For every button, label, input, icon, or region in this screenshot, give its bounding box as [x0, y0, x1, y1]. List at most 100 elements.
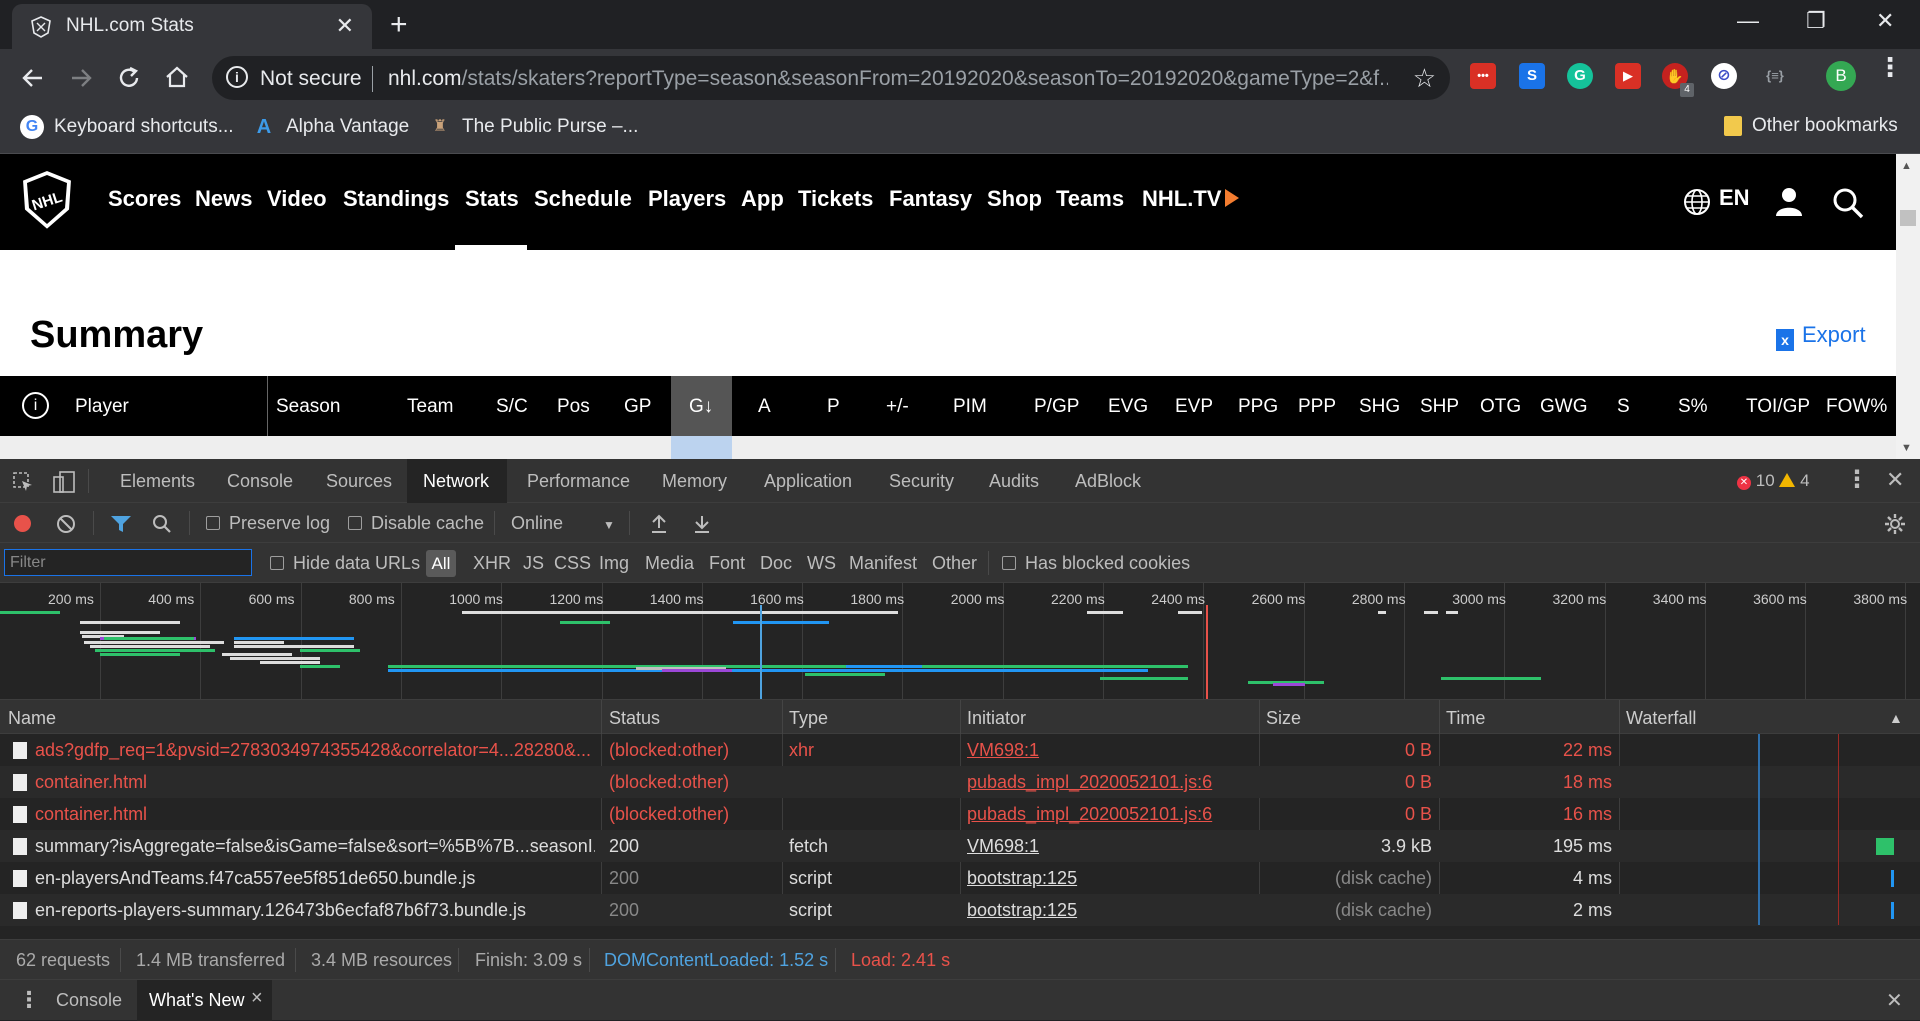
device-toolbar-icon[interactable] — [52, 470, 76, 494]
col-time[interactable]: Time — [1446, 708, 1485, 729]
record-icon[interactable] — [14, 515, 31, 532]
bookmark-star-icon[interactable]: ☆ — [1413, 63, 1436, 94]
nhl-logo-icon[interactable]: NHL — [14, 168, 80, 234]
forward-icon[interactable] — [68, 65, 94, 91]
col-status[interactable]: Status — [609, 708, 660, 729]
request-initiator-link[interactable]: bootstrap:125 — [967, 900, 1255, 921]
search-icon[interactable] — [1832, 187, 1864, 219]
bookmark-alpha-vantage[interactable]: A Alpha Vantage — [252, 115, 409, 139]
nav-scores[interactable]: Scores — [108, 186, 181, 212]
has-blocked-cookies-checkbox[interactable]: Has blocked cookies — [1002, 553, 1190, 574]
filter-type-font[interactable]: Font — [709, 553, 745, 574]
filter-type-media[interactable]: Media — [645, 553, 694, 574]
col-player[interactable]: Player — [75, 396, 129, 418]
filter-type-all[interactable]: All — [426, 550, 456, 577]
request-initiator-link[interactable]: pubads_impl_2020052101.js:6 — [967, 772, 1255, 793]
col-evp[interactable]: EVP — [1175, 396, 1213, 418]
filter-type-manifest[interactable]: Manifest — [849, 553, 917, 574]
drawer-tab-console[interactable]: Console — [56, 990, 122, 1011]
col-ppg[interactable]: PPG — [1238, 396, 1278, 418]
address-bar[interactable]: i Not secure nhl.com/stats/skaters?repor… — [212, 56, 1450, 100]
import-har-icon[interactable] — [649, 514, 669, 534]
browser-tab[interactable]: NHL.com Stats ✕ — [12, 4, 372, 49]
tab-audits[interactable]: Audits — [989, 471, 1039, 492]
globe-icon[interactable] — [1682, 187, 1712, 217]
scroll-up-icon[interactable]: ▲ — [1901, 160, 1912, 172]
tab-adblock[interactable]: AdBlock — [1075, 471, 1141, 492]
filter-icon[interactable] — [110, 515, 132, 533]
col-gp[interactable]: GP — [624, 396, 651, 418]
request-row[interactable]: container.html (blocked:other) pubads_impl… — [0, 766, 1920, 798]
hide-data-urls-checkbox[interactable]: Hide data URLs — [270, 553, 420, 574]
col-waterfall[interactable]: Waterfall — [1626, 708, 1696, 729]
home-icon[interactable] — [164, 64, 190, 90]
col-ppp[interactable]: PPP — [1298, 396, 1336, 418]
col-p[interactable]: P — [827, 396, 840, 418]
nav-tickets[interactable]: Tickets — [798, 186, 873, 212]
col-a[interactable]: A — [758, 396, 771, 418]
settings-gear-icon[interactable] — [1884, 513, 1906, 535]
table-row[interactable] — [0, 436, 1896, 459]
extension-json-icon[interactable]: {≡} — [1758, 63, 1792, 89]
request-initiator-link[interactable]: VM698:1 — [967, 740, 1255, 761]
scrollbar-thumb[interactable] — [1900, 210, 1916, 226]
drawer-menu-icon[interactable]: ⋮ — [18, 987, 40, 1013]
filter-type-xhr[interactable]: XHR — [473, 553, 511, 574]
col-evg[interactable]: EVG — [1108, 396, 1148, 418]
col-initiator[interactable]: Initiator — [967, 708, 1026, 729]
filter-type-other[interactable]: Other — [932, 553, 977, 574]
disable-cache-checkbox[interactable]: Disable cache — [348, 513, 484, 534]
col-p-gp[interactable]: P/GP — [1034, 396, 1079, 418]
drawer-tab-whats-new[interactable]: What's New × — [137, 980, 272, 1021]
bookmark-keyboard-shortcuts[interactable]: G Keyboard shortcuts... — [20, 115, 234, 139]
nav-stats[interactable]: Stats — [465, 186, 519, 212]
col-fow-pct[interactable]: FOW% — [1826, 396, 1887, 418]
reload-icon[interactable] — [116, 65, 142, 91]
bookmark-other[interactable]: Other bookmarks — [1724, 115, 1898, 137]
search-icon[interactable] — [152, 514, 172, 534]
nav-players[interactable]: Players — [648, 186, 726, 212]
col-g[interactable]: G↓ — [689, 396, 713, 418]
restore-icon[interactable]: ❐ — [1806, 8, 1826, 34]
tab-sources[interactable]: Sources — [326, 471, 392, 492]
sort-ascending-icon[interactable]: ▲ — [1889, 710, 1903, 726]
export-button[interactable]: x Export — [1776, 322, 1866, 351]
col-pos[interactable]: Pos — [557, 396, 590, 418]
tab-network[interactable]: Network — [407, 459, 507, 503]
export-har-icon[interactable] — [692, 514, 712, 534]
filter-type-img[interactable]: Img — [599, 553, 629, 574]
tab-elements[interactable]: Elements — [120, 471, 195, 492]
nav-app[interactable]: App — [741, 186, 784, 212]
col-s[interactable]: S — [1617, 396, 1630, 418]
info-icon[interactable]: i — [22, 392, 49, 419]
col-toi-gp[interactable]: TOI/GP — [1746, 396, 1810, 418]
url-text[interactable]: nhl.com/stats/skaters?reportType=season&… — [388, 67, 1388, 91]
back-icon[interactable] — [20, 65, 46, 91]
scroll-down-icon[interactable]: ▼ — [1901, 442, 1912, 454]
network-overview-timeline[interactable]: 200 ms 400 ms 600 ms 800 ms 1000 ms 1200 ms 14… — [0, 583, 1920, 700]
nav-schedule[interactable]: Schedule — [534, 186, 632, 212]
issues-counter[interactable]: ✕ 10 4 — [1737, 471, 1810, 491]
language-selector[interactable]: EN — [1719, 185, 1750, 211]
col-name[interactable]: Name — [8, 708, 56, 729]
page-scrollbar[interactable]: ▲ ▼ — [1896, 154, 1920, 459]
close-drawer-icon[interactable]: ✕ — [1886, 988, 1903, 1013]
inspect-element-icon[interactable] — [12, 471, 34, 493]
user-icon[interactable] — [1773, 185, 1805, 217]
request-name[interactable]: summary?isAggregate=false&isGame=false&s… — [35, 836, 595, 857]
devtools-menu-icon[interactable]: ⋮ — [1845, 465, 1869, 494]
close-window-icon[interactable]: ✕ — [1876, 8, 1894, 34]
close-devtools-icon[interactable]: ✕ — [1886, 467, 1904, 493]
request-name[interactable]: en-playersAndTeams.f47ca557ee5f851de650.… — [35, 868, 595, 889]
nav-nhltv[interactable]: NHL.TV — [1142, 186, 1240, 212]
throttling-select[interactable]: Online ▼ — [511, 513, 615, 534]
col-size[interactable]: Size — [1266, 708, 1301, 729]
drawer-tab-close-icon[interactable]: × — [251, 987, 263, 1010]
nav-shop[interactable]: Shop — [987, 186, 1042, 212]
extension-block-icon[interactable]: ⊘ — [1711, 63, 1737, 89]
col-otg[interactable]: OTG — [1480, 396, 1521, 418]
col-type[interactable]: Type — [789, 708, 828, 729]
request-row[interactable]: summary?isAggregate=false&isGame=false&s… — [0, 830, 1920, 862]
nav-news[interactable]: News — [195, 186, 252, 212]
request-initiator-link[interactable]: bootstrap:125 — [967, 868, 1255, 889]
